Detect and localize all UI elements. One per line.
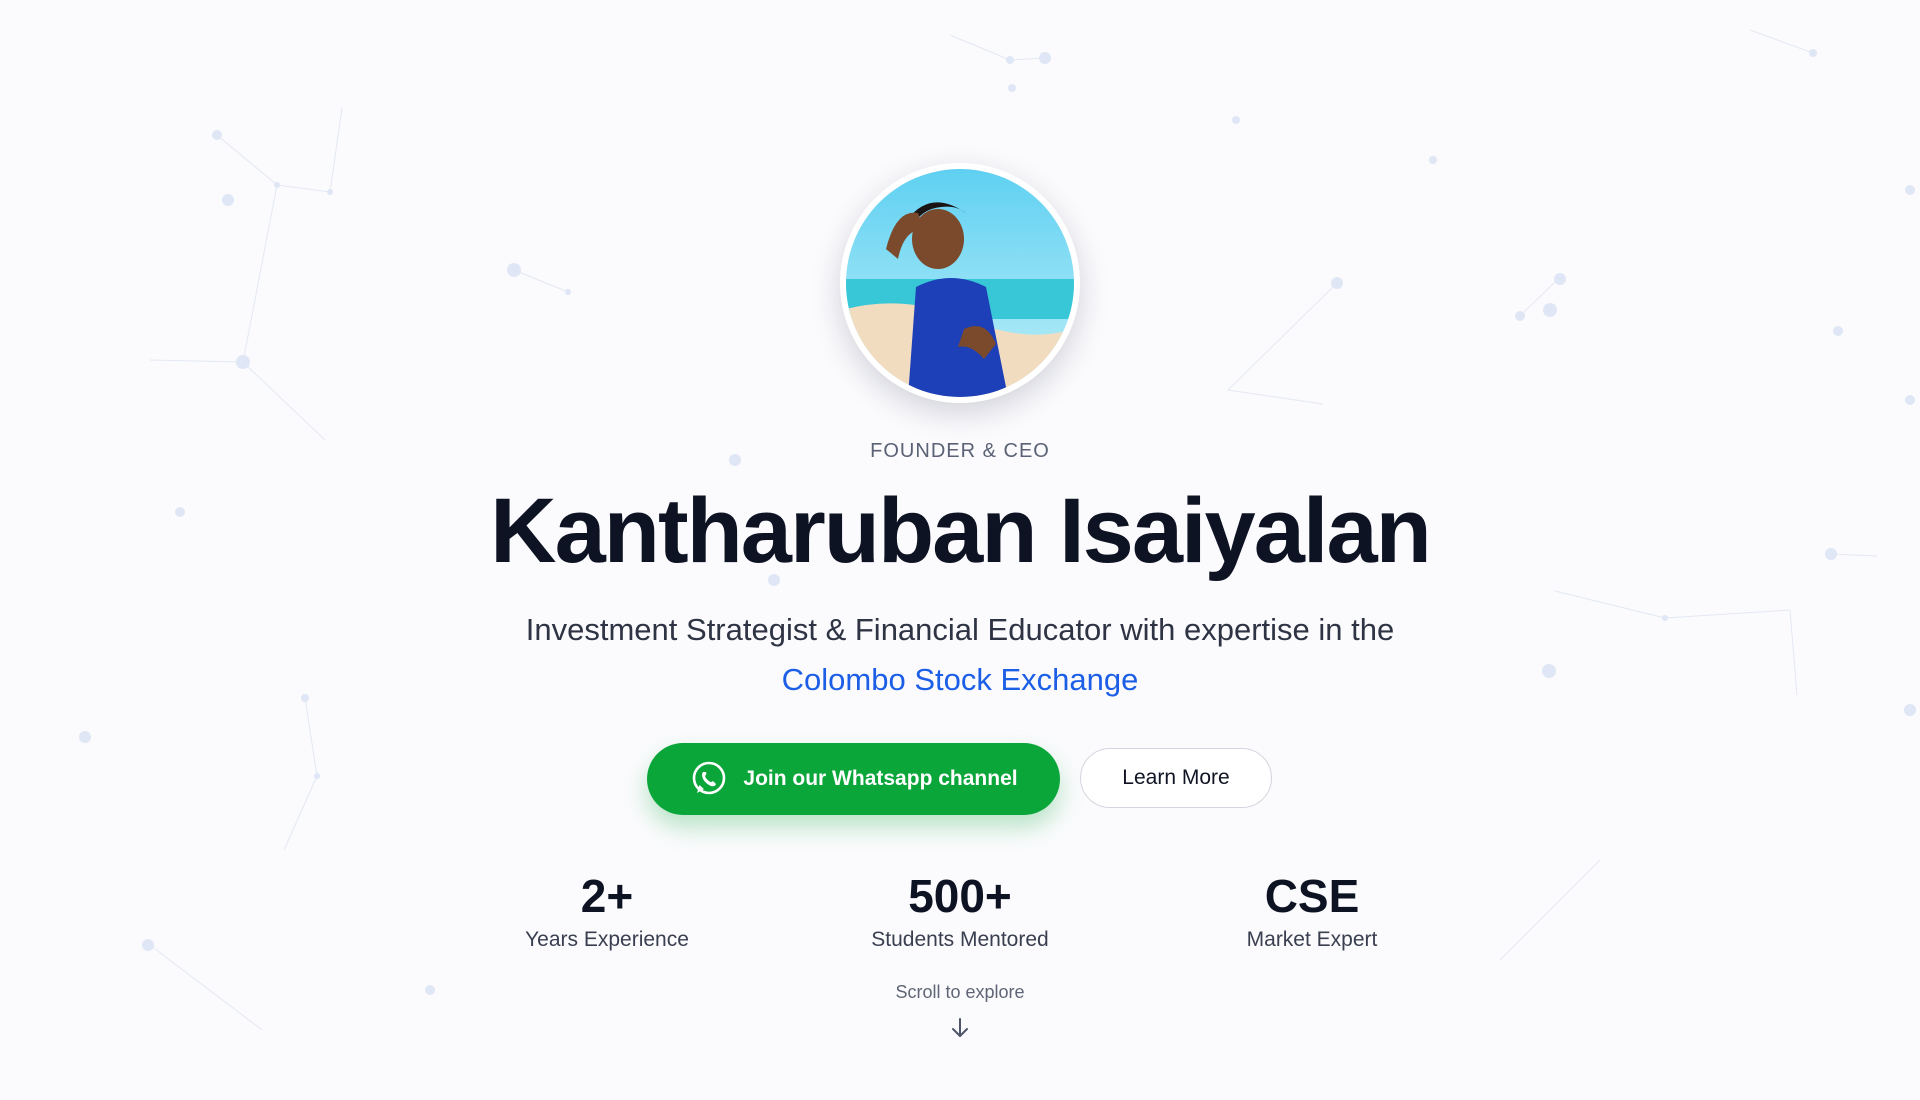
stat-label: Market Expert <box>1246 928 1378 951</box>
tagline-highlight: Colombo Stock Exchange <box>781 662 1139 697</box>
stat-market-expert: CSE Market Expert <box>1162 868 1462 952</box>
landing-page: FOUNDER & CEO Kantharuban Isaiyalan Inve… <box>0 0 1920 1100</box>
stat-label: Students Mentored <box>871 928 1049 951</box>
arrow-down-icon[interactable] <box>948 1016 972 1040</box>
whatsapp-icon <box>689 759 729 799</box>
stat-label: Years Experience <box>525 928 689 951</box>
stat-value: 500+ <box>908 870 1012 922</box>
tagline-text: Investment Strategist & Financial Educat… <box>525 612 1395 647</box>
page-title: Kantharuban Isaiyalan <box>490 480 1432 582</box>
role-label: FOUNDER & CEO <box>870 440 1050 462</box>
scroll-hint[interactable]: Scroll to explore <box>0 982 1920 1003</box>
tagline: Investment Strategist & Financial Educat… <box>0 605 1920 705</box>
stat-years-experience: 2+ Years Experience <box>457 868 757 952</box>
stat-value: CSE <box>1264 870 1360 922</box>
avatar <box>840 163 1080 403</box>
learn-more-button[interactable]: Learn More <box>1080 748 1272 808</box>
profile-photo <box>846 169 1074 397</box>
stat-students-mentored: 500+ Students Mentored <box>810 868 1110 952</box>
whatsapp-button-label: Join our Whatsapp channel <box>743 767 1018 790</box>
hero-section: FOUNDER & CEO Kantharuban Isaiyalan Inve… <box>0 0 1920 1100</box>
stat-value: 2+ <box>580 870 634 922</box>
whatsapp-channel-button[interactable]: Join our Whatsapp channel <box>647 743 1060 815</box>
